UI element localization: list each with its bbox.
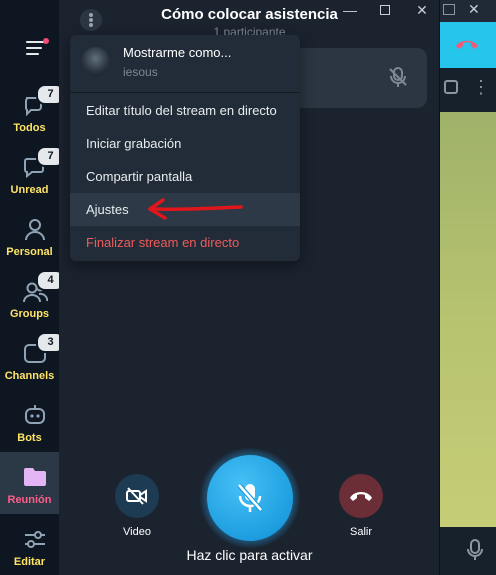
- sidebar-item-label: Channels: [4, 370, 55, 382]
- chat-header: ⋮: [440, 68, 496, 112]
- menu-item-edit-title[interactable]: Editar título del stream en directo: [70, 94, 300, 127]
- folder-sidebar: 7 Todos 7 Unread Personal 4 Groups 3 Cha…: [0, 0, 65, 575]
- view-icon[interactable]: [444, 80, 458, 94]
- active-call-bar[interactable]: [440, 22, 496, 68]
- sidebar-item-label: Todos: [13, 122, 46, 134]
- sidebar-item-label: Bots: [17, 432, 42, 444]
- video-control[interactable]: Video: [99, 474, 175, 538]
- menu-icon[interactable]: [26, 41, 46, 59]
- muted-mic-icon: [237, 483, 263, 512]
- folder-icon: [24, 468, 46, 486]
- person-icon: [25, 219, 45, 241]
- close-icon[interactable]: ✕: [468, 1, 480, 18]
- bot-icon: [25, 405, 45, 424]
- sidebar-item-todos[interactable]: 7 Todos: [0, 80, 65, 142]
- display-as-item[interactable]: Mostrarme como... iesous: [70, 35, 300, 90]
- menu-item-share-screen[interactable]: Compartir pantalla: [70, 160, 300, 193]
- chat-wallpaper: [440, 112, 496, 527]
- video-label: Video: [123, 526, 151, 538]
- telegram-window: 7 Todos 7 Unread Personal 4 Groups 3 Cha…: [0, 0, 496, 575]
- display-as-label: Mostrarme como...: [123, 45, 232, 60]
- sidebar-item-bots[interactable]: Bots: [0, 390, 59, 452]
- sidebar-item-channels[interactable]: 3 Channels: [0, 328, 65, 390]
- leave-button[interactable]: [339, 474, 383, 518]
- menu-button[interactable]: [80, 9, 102, 31]
- video-button[interactable]: [115, 474, 159, 518]
- muted-mic-icon: [389, 67, 407, 87]
- sliders-icon: [25, 531, 45, 548]
- notification-dot: [43, 38, 49, 44]
- avatar: [81, 47, 110, 76]
- close-button[interactable]: ✕: [413, 2, 431, 18]
- call-options-menu: Mostrarme como... iesous Editar título d…: [70, 35, 300, 261]
- maximize-button[interactable]: [376, 2, 394, 18]
- username: iesous: [123, 65, 158, 79]
- activate-label: Haz clic para activar: [186, 547, 313, 563]
- hangup-icon[interactable]: [454, 37, 480, 51]
- sidebar-item-label: Groups: [9, 308, 50, 320]
- mic-control[interactable]: [207, 455, 293, 541]
- annotation-arrow: [148, 198, 243, 220]
- more-icon[interactable]: ⋮: [472, 76, 490, 98]
- hangup-icon: [350, 492, 372, 501]
- sidebar-item-label: Reunión: [7, 494, 52, 506]
- menu-divider: [70, 92, 300, 93]
- sidebar-item-reunion[interactable]: Reunión: [0, 452, 59, 514]
- leave-label: Salir: [349, 526, 372, 538]
- sidebar-item-label: Editar: [13, 556, 46, 568]
- menu-item-start-recording[interactable]: Iniciar grabación: [70, 127, 300, 160]
- video-off-icon: [126, 487, 147, 505]
- leave-control[interactable]: Salir: [323, 474, 399, 538]
- microphone-icon[interactable]: [466, 539, 484, 561]
- sidebar-item-label: Personal: [6, 246, 53, 258]
- minimize-button[interactable]: —: [341, 2, 359, 18]
- chat-titlebar: ✕: [440, 0, 496, 22]
- chat-background: ✕ ⋮: [440, 0, 496, 575]
- sidebar-item-label: Unread: [10, 184, 49, 196]
- sidebar-item-groups[interactable]: 4 Groups: [0, 266, 65, 328]
- sidebar-item-personal[interactable]: Personal: [0, 204, 59, 266]
- menu-item-end-stream[interactable]: Finalizar stream en directo: [70, 226, 300, 259]
- sidebar-item-unread[interactable]: 7 Unread: [0, 142, 65, 204]
- sidebar-item-editar[interactable]: Editar: [0, 514, 59, 575]
- unmute-button[interactable]: [207, 455, 293, 541]
- chat-input-bar: [440, 527, 496, 575]
